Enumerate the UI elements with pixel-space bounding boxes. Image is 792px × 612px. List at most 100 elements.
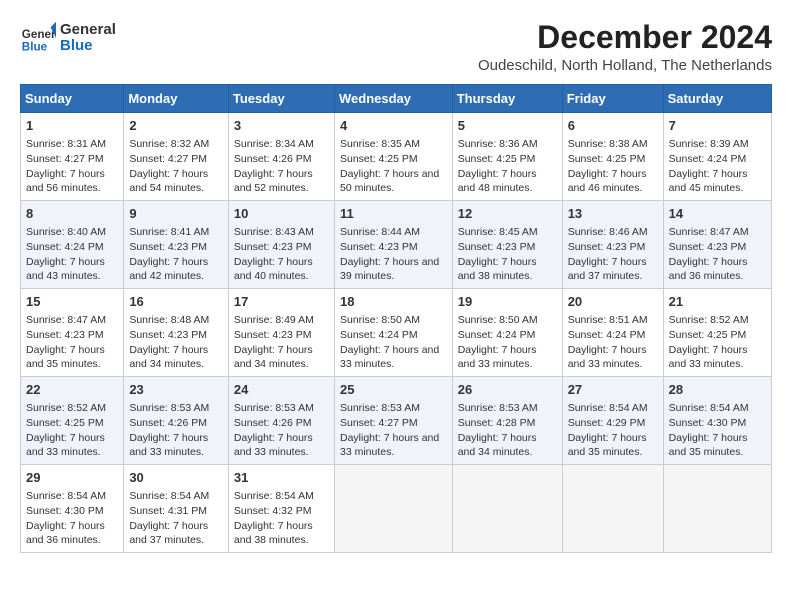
sunset-label: Sunset: 4:23 PM	[568, 241, 646, 253]
day-number: 14	[669, 205, 766, 223]
day-number: 7	[669, 117, 766, 135]
day-number: 1	[26, 117, 118, 135]
calendar-cell: 31Sunrise: 8:54 AMSunset: 4:32 PMDayligh…	[228, 464, 334, 552]
calendar-cell: 4Sunrise: 8:35 AMSunset: 4:25 PMDaylight…	[334, 113, 452, 201]
day-number: 15	[26, 293, 118, 311]
calendar-cell: 19Sunrise: 8:50 AMSunset: 4:24 PMDayligh…	[452, 289, 562, 377]
sunset-label: Sunset: 4:25 PM	[568, 153, 646, 165]
daylight-label: Daylight: 7 hours and 33 minutes.	[26, 432, 105, 459]
calendar-cell: 13Sunrise: 8:46 AMSunset: 4:23 PMDayligh…	[562, 201, 663, 289]
day-number: 8	[26, 205, 118, 223]
week-row-4: 22Sunrise: 8:52 AMSunset: 4:25 PMDayligh…	[21, 377, 772, 465]
daylight-label: Daylight: 7 hours and 33 minutes.	[234, 432, 313, 459]
daylight-label: Daylight: 7 hours and 46 minutes.	[568, 168, 647, 195]
sunrise-label: Sunrise: 8:54 AM	[129, 490, 209, 502]
day-number: 27	[568, 381, 658, 399]
sunrise-label: Sunrise: 8:41 AM	[129, 226, 209, 238]
header-saturday: Saturday	[663, 85, 771, 113]
sunrise-label: Sunrise: 8:54 AM	[568, 402, 648, 414]
calendar-cell: 8Sunrise: 8:40 AMSunset: 4:24 PMDaylight…	[21, 201, 124, 289]
sunrise-label: Sunrise: 8:54 AM	[26, 490, 106, 502]
sunrise-label: Sunrise: 8:36 AM	[458, 138, 538, 150]
header-tuesday: Tuesday	[228, 85, 334, 113]
sunset-label: Sunset: 4:26 PM	[234, 153, 312, 165]
calendar-header-row: SundayMondayTuesdayWednesdayThursdayFrid…	[21, 85, 772, 113]
daylight-label: Daylight: 7 hours and 42 minutes.	[129, 256, 208, 283]
calendar-cell: 20Sunrise: 8:51 AMSunset: 4:24 PMDayligh…	[562, 289, 663, 377]
header-sunday: Sunday	[21, 85, 124, 113]
calendar-cell: 15Sunrise: 8:47 AMSunset: 4:23 PMDayligh…	[21, 289, 124, 377]
day-number: 2	[129, 117, 223, 135]
calendar-cell: 30Sunrise: 8:54 AMSunset: 4:31 PMDayligh…	[124, 464, 229, 552]
day-number: 22	[26, 381, 118, 399]
day-number: 29	[26, 469, 118, 487]
daylight-label: Daylight: 7 hours and 35 minutes.	[568, 432, 647, 459]
daylight-label: Daylight: 7 hours and 40 minutes.	[234, 256, 313, 283]
logo: General Blue General Blue	[20, 20, 116, 56]
daylight-label: Daylight: 7 hours and 33 minutes.	[669, 344, 748, 371]
sunset-label: Sunset: 4:24 PM	[340, 329, 418, 341]
sunset-label: Sunset: 4:30 PM	[26, 505, 104, 517]
calendar-cell: 27Sunrise: 8:54 AMSunset: 4:29 PMDayligh…	[562, 377, 663, 465]
sunset-label: Sunset: 4:25 PM	[458, 153, 536, 165]
day-number: 31	[234, 469, 329, 487]
day-number: 18	[340, 293, 447, 311]
sunrise-label: Sunrise: 8:34 AM	[234, 138, 314, 150]
calendar-cell	[663, 464, 771, 552]
daylight-label: Daylight: 7 hours and 45 minutes.	[669, 168, 748, 195]
day-number: 19	[458, 293, 557, 311]
day-number: 12	[458, 205, 557, 223]
sunset-label: Sunset: 4:26 PM	[129, 417, 207, 429]
daylight-label: Daylight: 7 hours and 37 minutes.	[568, 256, 647, 283]
calendar-cell: 25Sunrise: 8:53 AMSunset: 4:27 PMDayligh…	[334, 377, 452, 465]
daylight-label: Daylight: 7 hours and 48 minutes.	[458, 168, 537, 195]
daylight-label: Daylight: 7 hours and 37 minutes.	[129, 520, 208, 547]
daylight-label: Daylight: 7 hours and 33 minutes.	[340, 432, 439, 459]
sunrise-label: Sunrise: 8:51 AM	[568, 314, 648, 326]
calendar-cell: 23Sunrise: 8:53 AMSunset: 4:26 PMDayligh…	[124, 377, 229, 465]
sunset-label: Sunset: 4:25 PM	[340, 153, 418, 165]
calendar-cell: 18Sunrise: 8:50 AMSunset: 4:24 PMDayligh…	[334, 289, 452, 377]
daylight-label: Daylight: 7 hours and 35 minutes.	[669, 432, 748, 459]
sunrise-label: Sunrise: 8:52 AM	[669, 314, 749, 326]
day-number: 25	[340, 381, 447, 399]
daylight-label: Daylight: 7 hours and 36 minutes.	[669, 256, 748, 283]
sunrise-label: Sunrise: 8:40 AM	[26, 226, 106, 238]
day-number: 3	[234, 117, 329, 135]
calendar-cell: 7Sunrise: 8:39 AMSunset: 4:24 PMDaylight…	[663, 113, 771, 201]
sunrise-label: Sunrise: 8:53 AM	[234, 402, 314, 414]
sunrise-label: Sunrise: 8:50 AM	[340, 314, 420, 326]
daylight-label: Daylight: 7 hours and 33 minutes.	[458, 344, 537, 371]
sunset-label: Sunset: 4:25 PM	[26, 417, 104, 429]
daylight-label: Daylight: 7 hours and 38 minutes.	[458, 256, 537, 283]
daylight-label: Daylight: 7 hours and 56 minutes.	[26, 168, 105, 195]
daylight-label: Daylight: 7 hours and 54 minutes.	[129, 168, 208, 195]
sunrise-label: Sunrise: 8:32 AM	[129, 138, 209, 150]
logo-general-text: General	[60, 22, 116, 39]
calendar-cell	[562, 464, 663, 552]
title-block: December 2024 Oudeschild, North Holland,…	[478, 20, 772, 74]
day-number: 24	[234, 381, 329, 399]
sunset-label: Sunset: 4:24 PM	[568, 329, 646, 341]
sunset-label: Sunset: 4:23 PM	[129, 329, 207, 341]
day-number: 5	[458, 117, 557, 135]
daylight-label: Daylight: 7 hours and 36 minutes.	[26, 520, 105, 547]
daylight-label: Daylight: 7 hours and 34 minutes.	[458, 432, 537, 459]
sunset-label: Sunset: 4:24 PM	[26, 241, 104, 253]
sunset-label: Sunset: 4:23 PM	[26, 329, 104, 341]
sunset-label: Sunset: 4:23 PM	[234, 329, 312, 341]
sunrise-label: Sunrise: 8:31 AM	[26, 138, 106, 150]
daylight-label: Daylight: 7 hours and 33 minutes.	[129, 432, 208, 459]
day-number: 4	[340, 117, 447, 135]
sunrise-label: Sunrise: 8:43 AM	[234, 226, 314, 238]
logo-icon: General Blue	[20, 20, 56, 56]
sunrise-label: Sunrise: 8:35 AM	[340, 138, 420, 150]
sunrise-label: Sunrise: 8:47 AM	[26, 314, 106, 326]
week-row-3: 15 Sunrise: 8:47 AM Sunset: 4:23 PM Dayligh…	[21, 289, 772, 377]
sunrise-label: Sunrise: 8:54 AM	[234, 490, 314, 502]
week-row-5: 29 Sunrise: 8:54 AM Sunset: 4:30 PM Dayligh…	[21, 464, 772, 552]
calendar-cell	[452, 464, 562, 552]
page-header: General Blue General Blue December 2024 …	[20, 20, 772, 74]
sunset-label: Sunset: 4:32 PM	[234, 505, 312, 517]
calendar-cell: 11Sunrise: 8:44 AMSunset: 4:23 PMDayligh…	[334, 201, 452, 289]
